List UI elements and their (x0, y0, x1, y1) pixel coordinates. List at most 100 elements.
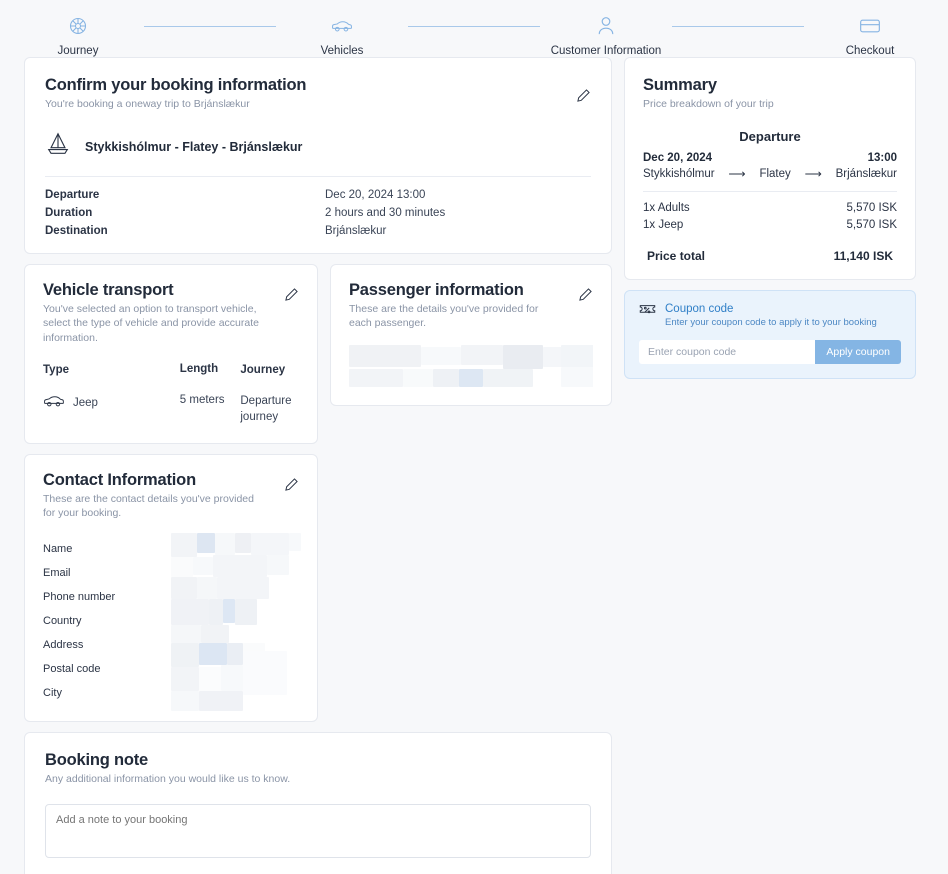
passenger-redacted-content (349, 345, 593, 387)
booking-checkout-page: Journey Vehicles Customer Informati (0, 0, 948, 874)
summary-date-time: Dec 20, 2024 13:00 (643, 152, 897, 164)
coupon-form: Apply coupon (639, 340, 901, 364)
contact-information-card: Contact Information These are the contac… (24, 454, 318, 721)
stepper-step-checkout[interactable]: Checkout (804, 14, 936, 57)
passenger-information-card: Passenger information These are the deta… (330, 264, 612, 405)
summary-card: Summary Price breakdown of your trip Dep… (624, 57, 916, 280)
coupon-title: Coupon code (665, 303, 877, 315)
coupon-header: Coupon code Enter your coupon code to ap… (639, 303, 901, 328)
vehicle-subtitle: You've selected an option to transport v… (43, 302, 278, 345)
coupon-subtitle: Enter your coupon code to apply it to yo… (665, 317, 877, 328)
summary-price-line-adults: 1x Adults 5,570 ISK (643, 202, 897, 214)
booking-detail-destination: Destination Brjánslækur (45, 225, 591, 237)
left-column: Confirm your booking information You're … (24, 57, 612, 874)
sailboat-icon (45, 131, 71, 162)
stepper-step-customer-information[interactable]: Customer Information (540, 14, 672, 57)
vehicle-cell-journey: Departure journey (240, 394, 299, 425)
stepper-step-journey[interactable]: Journey (12, 14, 144, 57)
route-text: Stykkishólmur - Flatey - Brjánslækur (85, 140, 302, 154)
booking-note-subtitle: Any additional information you would lik… (45, 772, 591, 786)
vehicle-table-header: Type Length Journey (43, 363, 299, 379)
booking-detail-departure: Departure Dec 20, 2024 13:00 (45, 189, 591, 201)
summary-price-value: 5,570 ISK (846, 202, 897, 214)
route-row: Stykkishólmur - Flatey - Brjánslækur (45, 131, 591, 162)
contact-field-label: Postal code (43, 663, 100, 675)
jeep-icon (43, 394, 65, 411)
stepper-label-checkout: Checkout (846, 45, 895, 57)
car-icon (331, 14, 353, 38)
credit-card-icon (859, 14, 881, 38)
vehicle-table: Type Length Journey (43, 363, 299, 426)
vehicle-cell-length: 5 meters (180, 394, 241, 406)
stepper-connector-2 (408, 14, 540, 38)
summary-stop-mid: Flatey (759, 168, 790, 180)
contact-field-label: City (43, 687, 62, 699)
summary-price-line-jeep: 1x Jeep 5,570 ISK (643, 219, 897, 231)
booking-detail-duration: Duration 2 hours and 30 minutes (45, 207, 591, 219)
vehicle-cell-type: Jeep (43, 394, 180, 411)
summary-date: Dec 20, 2024 (643, 152, 712, 164)
booking-detail-value: Brjánslækur (325, 225, 386, 237)
summary-total-row: Price total 11,140 ISK (643, 249, 897, 263)
stepper-label-vehicles: Vehicles (321, 45, 364, 57)
contact-redacted-values (171, 533, 301, 713)
summary-divider (643, 191, 897, 192)
stepper-step-vehicles[interactable]: Vehicles (276, 14, 408, 57)
booking-detail-label: Duration (45, 207, 325, 219)
coupon-ticket-icon (639, 303, 656, 322)
vehicle-header-journey: Journey (240, 363, 299, 379)
vehicle-type-label: Jeep (73, 397, 98, 409)
stepper-connector-1 (144, 14, 276, 38)
summary-section-title: Departure (643, 129, 897, 144)
table-row: Jeep 5 meters Departure journey (43, 394, 299, 425)
booking-divider (45, 176, 591, 177)
contact-field-label: Address (43, 639, 83, 651)
edit-contact-pencil-icon[interactable] (284, 477, 299, 497)
apply-coupon-button[interactable]: Apply coupon (815, 340, 901, 364)
edit-vehicle-pencil-icon[interactable] (284, 287, 299, 307)
vehicle-header-type: Type (43, 363, 180, 379)
summary-time: 13:00 (868, 152, 897, 164)
stepper-label-customer-information: Customer Information (551, 45, 662, 57)
summary-price-value: 5,570 ISK (846, 219, 897, 231)
contact-field-label: Name (43, 543, 72, 555)
contact-subtitle: These are the contact details you've pro… (43, 492, 268, 520)
coupon-input[interactable] (639, 340, 815, 364)
vehicle-passenger-row: Vehicle transport You've selected an opt… (24, 264, 612, 444)
stepper-connector-3 (672, 14, 804, 38)
contact-field-label: Email (43, 567, 71, 579)
summary-stop-origin: Stykkishólmur (643, 168, 715, 180)
booking-note-textarea[interactable] (45, 804, 591, 858)
booking-information-card: Confirm your booking information You're … (24, 57, 612, 254)
coupon-panel: Coupon code Enter your coupon code to ap… (624, 290, 916, 379)
progress-stepper: Journey Vehicles Customer Informati (0, 0, 948, 57)
vehicle-title: Vehicle transport (43, 281, 299, 300)
booking-title: Confirm your booking information (45, 76, 591, 95)
contact-field-label: Country (43, 615, 82, 627)
summary-stops: Stykkishólmur ⟶ Flatey ⟶ Brjánslækur (643, 167, 897, 181)
booking-subtitle: You're booking a oneway trip to Brjánslæ… (45, 97, 591, 111)
edit-passenger-pencil-icon[interactable] (578, 287, 593, 307)
helm-icon (68, 14, 88, 38)
right-column: Summary Price breakdown of your trip Dep… (624, 57, 916, 379)
contact-field-label: Phone number (43, 591, 115, 603)
arrow-right-icon: ⟶ (805, 167, 822, 181)
vehicle-header-length: Length (180, 363, 241, 379)
stepper-label-journey: Journey (58, 45, 99, 57)
booking-note-card: Booking note Any additional information … (24, 732, 612, 874)
passenger-title: Passenger information (349, 281, 593, 300)
main-content: Confirm your booking information You're … (0, 57, 948, 874)
contact-field-list: Name Email Phone number Country Address … (43, 537, 299, 705)
booking-detail-value: 2 hours and 30 minutes (325, 207, 445, 219)
booking-detail-label: Departure (45, 189, 325, 201)
arrow-right-icon: ⟶ (728, 167, 745, 181)
contact-title: Contact Information (43, 471, 299, 490)
summary-price-label: 1x Adults (643, 202, 690, 214)
summary-total-label: Price total (647, 249, 705, 263)
passenger-subtitle: These are the details you've provided fo… (349, 302, 564, 330)
edit-booking-pencil-icon[interactable] (576, 88, 591, 108)
booking-note-title: Booking note (45, 751, 591, 770)
booking-detail-label: Destination (45, 225, 325, 237)
summary-subtitle: Price breakdown of your trip (643, 97, 897, 111)
vehicle-transport-card: Vehicle transport You've selected an opt… (24, 264, 318, 444)
